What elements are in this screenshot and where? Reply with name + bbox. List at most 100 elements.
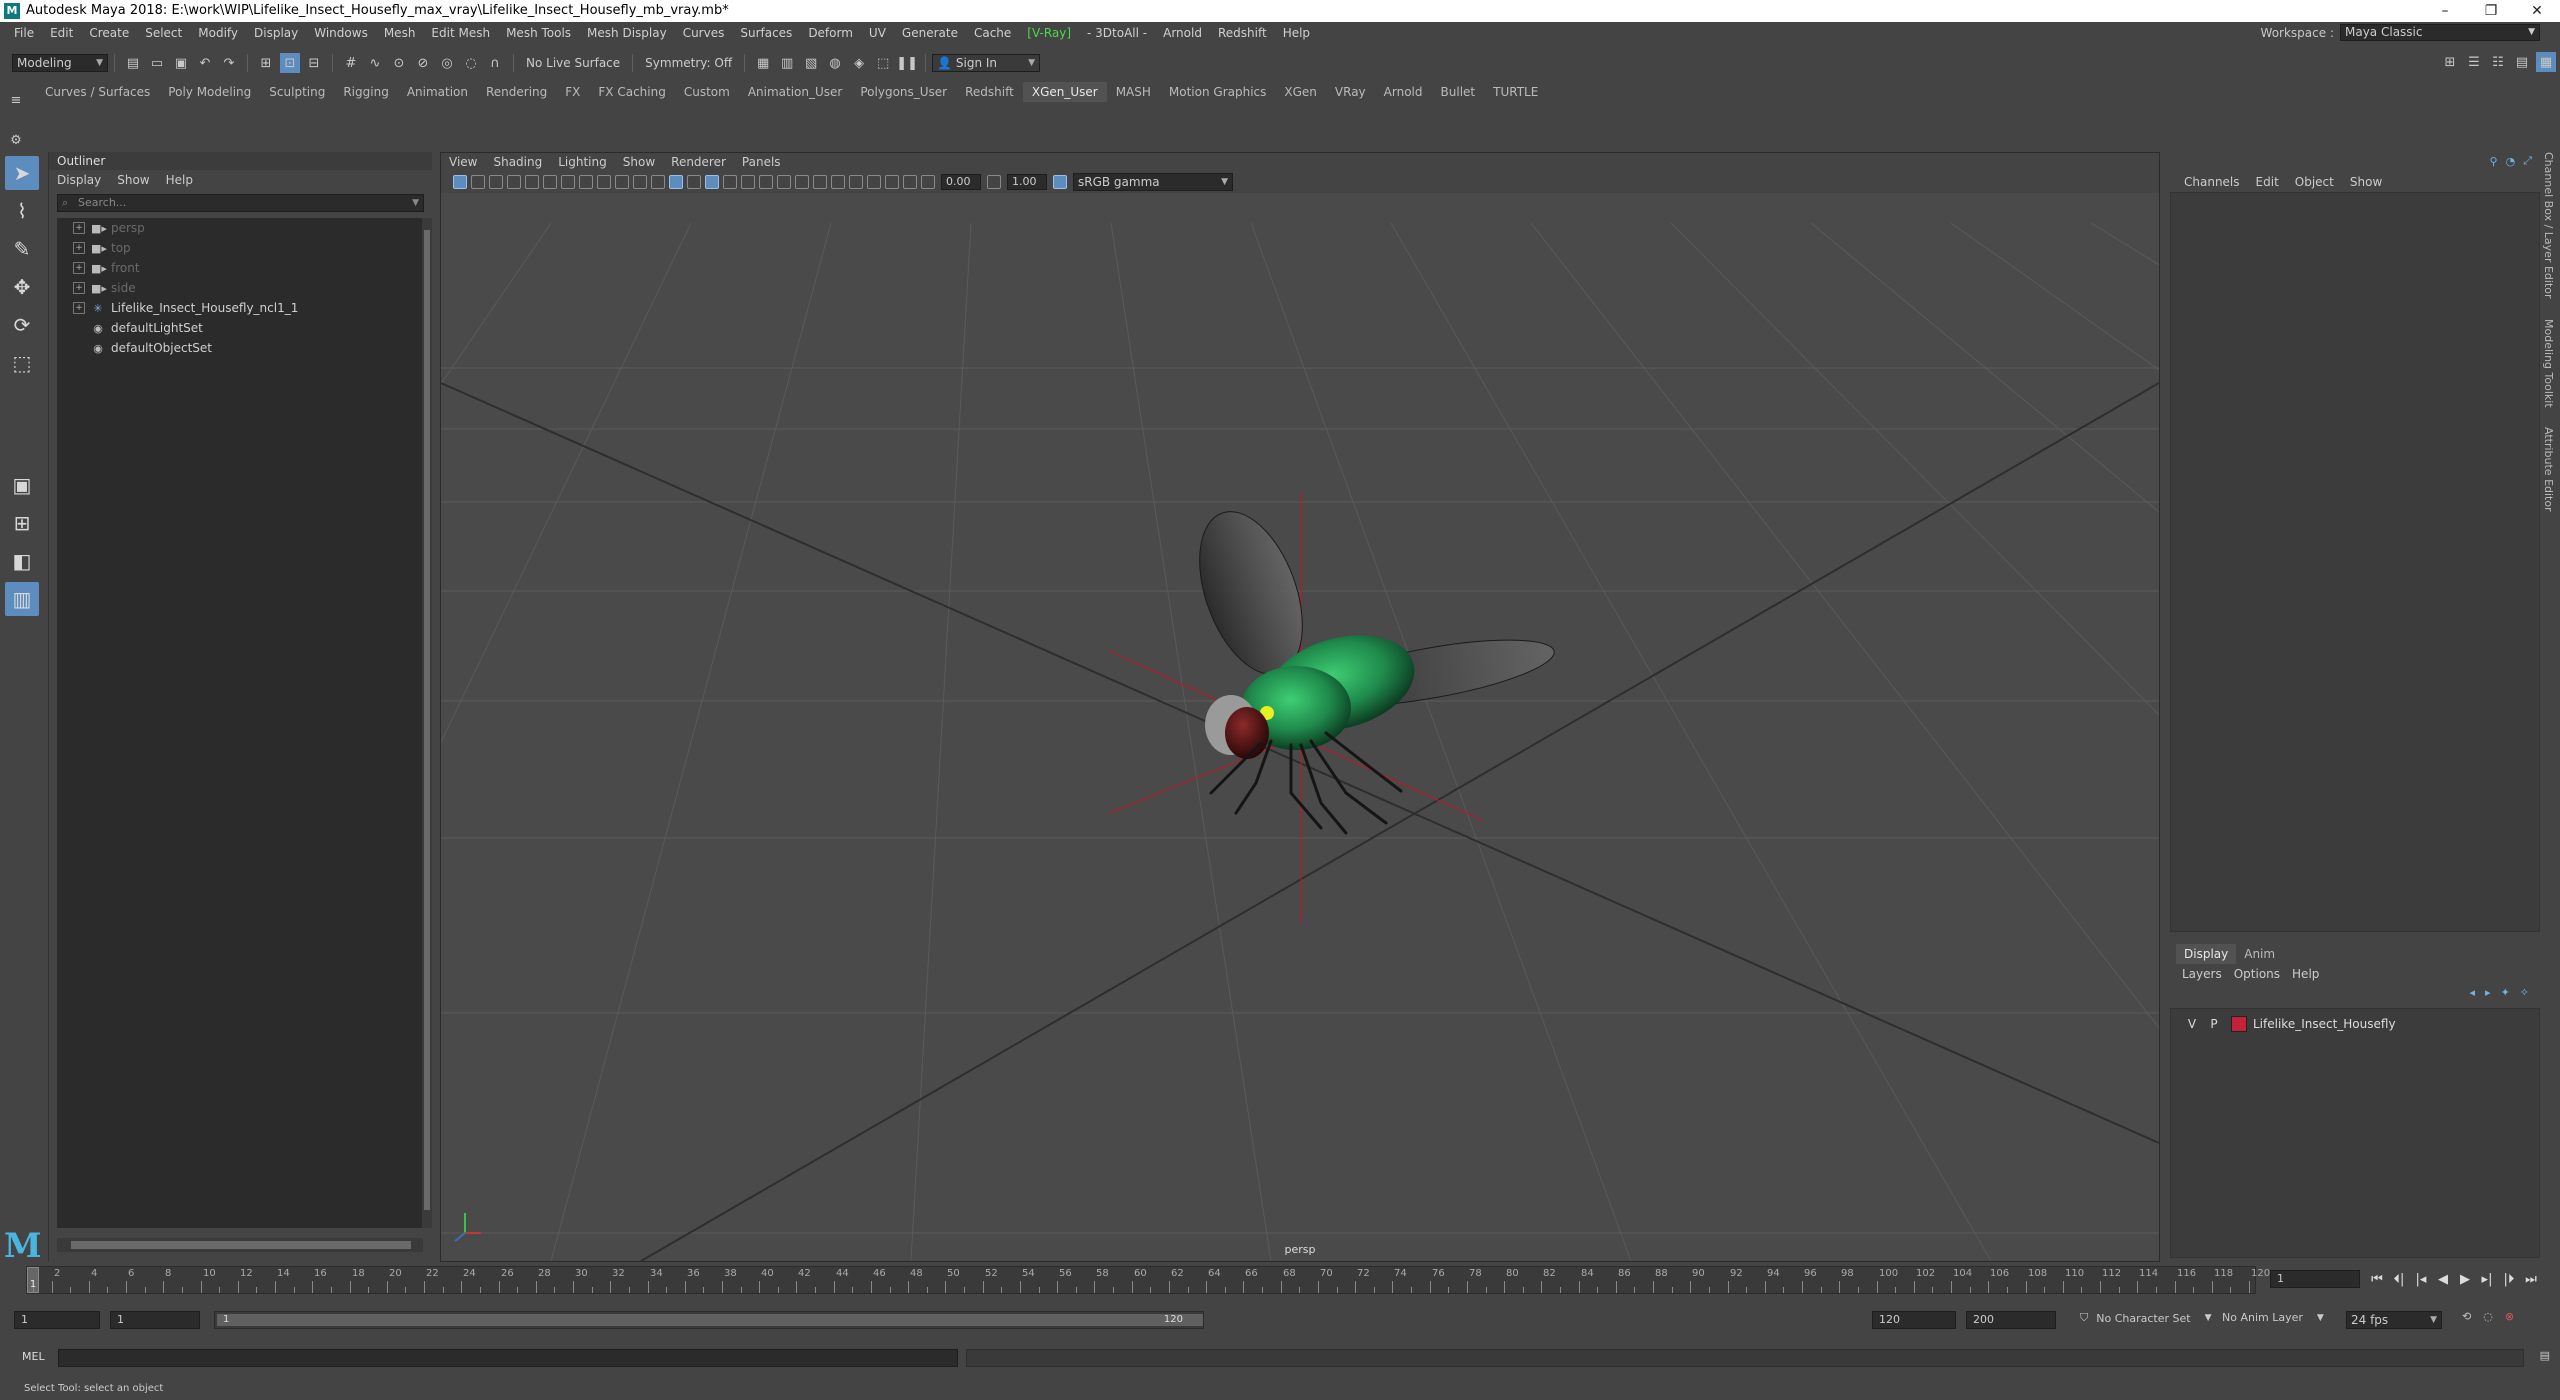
expand-icon[interactable]: +	[73, 262, 85, 274]
outliner-node-top[interactable]: + ■▸ top	[57, 238, 423, 258]
layer-row[interactable]: V P Lifelike_Insect_Housefly	[2171, 1013, 2539, 1035]
auto-key-icon[interactable]: ◌	[2483, 1310, 2493, 1323]
new-empty-layer-icon[interactable]: ✦	[2501, 986, 2510, 999]
playback-end-field[interactable]: 120	[1872, 1311, 1956, 1329]
go-to-start-icon[interactable]: ⏮	[2366, 1272, 2388, 1287]
menu-select[interactable]: Select	[137, 22, 190, 44]
play-backwards-icon[interactable]: ◀	[2432, 1272, 2454, 1287]
render-settings-icon[interactable]: ◍	[825, 53, 845, 73]
outliner-node-housefly-group[interactable]: + ✳ Lifelike_Insect_Housefly_ncl1_1	[57, 298, 423, 318]
shelf-tab-redshift[interactable]: Redshift	[956, 82, 1023, 102]
menu-cache[interactable]: Cache	[966, 22, 1019, 44]
viewport-menu-shading[interactable]: Shading	[485, 153, 550, 171]
step-forward-key-icon[interactable]: |⏵	[2498, 1272, 2520, 1287]
side-tab-attribute-editor[interactable]: Attribute Editor	[2542, 427, 2555, 512]
outliner-node-front[interactable]: + ■▸ front	[57, 258, 423, 278]
wireframe-icon[interactable]	[687, 175, 701, 189]
menu-windows[interactable]: Windows	[306, 22, 376, 44]
paint-select-tool-icon[interactable]: ✎	[5, 232, 39, 266]
shelf-tab-fx-caching[interactable]: FX Caching	[589, 82, 674, 102]
lasso-tool-icon[interactable]: ⌇	[5, 194, 39, 228]
scrollbar-thumb[interactable]	[71, 1241, 411, 1249]
shelf-tab-fx[interactable]: FX	[556, 82, 589, 102]
layer-editor-icon[interactable]: ▦	[2536, 52, 2556, 72]
move-tool-icon[interactable]: ✥	[5, 270, 39, 304]
channel-box-menu-edit[interactable]: Edit	[2248, 172, 2287, 192]
select-hierarchy-icon[interactable]: ⊞	[256, 53, 276, 73]
lock-camera-icon[interactable]	[543, 175, 557, 189]
exposure-icon[interactable]	[921, 175, 935, 189]
menu-arnold[interactable]: Arnold	[1155, 22, 1210, 44]
snap-surface-icon[interactable]: ◎	[437, 53, 457, 73]
scrollbar-thumb[interactable]	[424, 230, 430, 1210]
grid-toggle-icon[interactable]	[669, 175, 683, 189]
outliner-node-persp[interactable]: + ■▸ persp	[57, 218, 423, 238]
viewport-menu-renderer[interactable]: Renderer	[663, 153, 734, 171]
symmetry-button[interactable]: Symmetry: Off	[639, 56, 738, 70]
backface-culling-icon[interactable]	[903, 175, 917, 189]
snap-view-icon[interactable]: ⊘	[413, 53, 433, 73]
shelf-tabs-menu-icon[interactable]: ≡	[6, 90, 26, 110]
four-view-layout-icon[interactable]: ⊞	[5, 506, 39, 540]
rotate-tool-icon[interactable]: ⟳	[5, 308, 39, 342]
tab-display[interactable]: Display	[2176, 944, 2237, 964]
move-layer-up-icon[interactable]: ◂	[2470, 986, 2476, 999]
persp-graph-layout-icon[interactable]: ▥	[5, 582, 39, 616]
viewport-canvas[interactable]	[441, 193, 2159, 1261]
menu-uv[interactable]: UV	[861, 22, 894, 44]
live-surface-button[interactable]: No Live Surface	[520, 56, 626, 70]
shelf-tab-turtle[interactable]: TURTLE	[1484, 82, 1547, 102]
menu-set-dropdown[interactable]: Modeling ▼	[12, 54, 108, 72]
pause-icon[interactable]: ❚❚	[896, 53, 918, 73]
channel-box-menu-show[interactable]: Show	[2342, 172, 2390, 192]
ambient-occlusion-icon[interactable]	[795, 175, 809, 189]
image-plane-icon[interactable]	[507, 175, 521, 189]
menu-create[interactable]: Create	[81, 22, 137, 44]
expand-icon[interactable]: +	[73, 302, 85, 314]
restore-button[interactable]: ❐	[2468, 0, 2514, 22]
layer-menu-layers[interactable]: Layers	[2176, 964, 2228, 984]
shelf-tab-animation[interactable]: Animation	[398, 82, 477, 102]
menu-display[interactable]: Display	[246, 22, 306, 44]
shelf-tab-curves-surfaces[interactable]: Curves / Surfaces	[36, 82, 159, 102]
single-perspective-layout-icon[interactable]: ▣	[5, 468, 39, 502]
modeling-toolkit-icon[interactable]: ⊞	[2440, 52, 2460, 72]
shelf-tab-arnold[interactable]: Arnold	[1375, 82, 1432, 102]
use-all-lights-icon[interactable]	[759, 175, 773, 189]
menu-vray[interactable]: [V-Ray]	[1019, 22, 1079, 44]
viewport-menu-view[interactable]: View	[441, 153, 485, 171]
menu-mesh-display[interactable]: Mesh Display	[579, 22, 675, 44]
shelf-tab-rendering[interactable]: Rendering	[477, 82, 556, 102]
isolate-select-icon[interactable]	[849, 175, 863, 189]
shelf-tab-vray[interactable]: VRay	[1326, 82, 1375, 102]
shelf-tab-sculpting[interactable]: Sculpting	[260, 82, 334, 102]
menu-edit[interactable]: Edit	[42, 22, 81, 44]
motion-blur-icon[interactable]	[813, 175, 827, 189]
menu-help[interactable]: Help	[1275, 22, 1318, 44]
save-scene-icon[interactable]: ▣	[171, 53, 191, 73]
snap-grid-icon[interactable]: #	[341, 53, 361, 73]
exposure-field[interactable]: 0.00	[941, 174, 981, 190]
outliner-menu-show[interactable]: Show	[117, 170, 149, 190]
outliner-search-input[interactable]: ⌕ Search... ▼	[57, 194, 424, 212]
scene-end-field[interactable]: 200	[1966, 1311, 2056, 1329]
outliner-menu-display[interactable]: Display	[57, 170, 101, 190]
viewport-menu-lighting[interactable]: Lighting	[550, 153, 615, 171]
select-component-icon[interactable]: ⊟	[304, 53, 324, 73]
new-layer-selected-icon[interactable]: ✧	[2520, 986, 2529, 999]
layer-visibility-toggle[interactable]: V	[2181, 1017, 2203, 1031]
expand-panel-icon[interactable]: ⤢	[2523, 154, 2532, 168]
snap-point-icon[interactable]: ⊙	[389, 53, 409, 73]
snap-curve-icon[interactable]: ∿	[365, 53, 385, 73]
redo-icon[interactable]: ↷	[219, 53, 239, 73]
layer-menu-help[interactable]: Help	[2286, 964, 2325, 984]
anim-layer-selector[interactable]: No Anim Layer ▼	[2222, 1311, 2324, 1324]
outliner-vertical-scrollbar[interactable]	[422, 218, 432, 1228]
viewport-menu-panels[interactable]: Panels	[734, 153, 789, 171]
shelf-tab-polygons-user[interactable]: Polygons_User	[851, 82, 956, 102]
tab-anim[interactable]: Anim	[2236, 944, 2283, 964]
scale-tool-icon[interactable]: ⬚	[5, 346, 39, 380]
new-scene-icon[interactable]: ▤	[123, 53, 143, 73]
render-frame-icon[interactable]: ▥	[777, 53, 797, 73]
workspace-dropdown[interactable]: Maya Classic ▼	[2340, 24, 2540, 41]
